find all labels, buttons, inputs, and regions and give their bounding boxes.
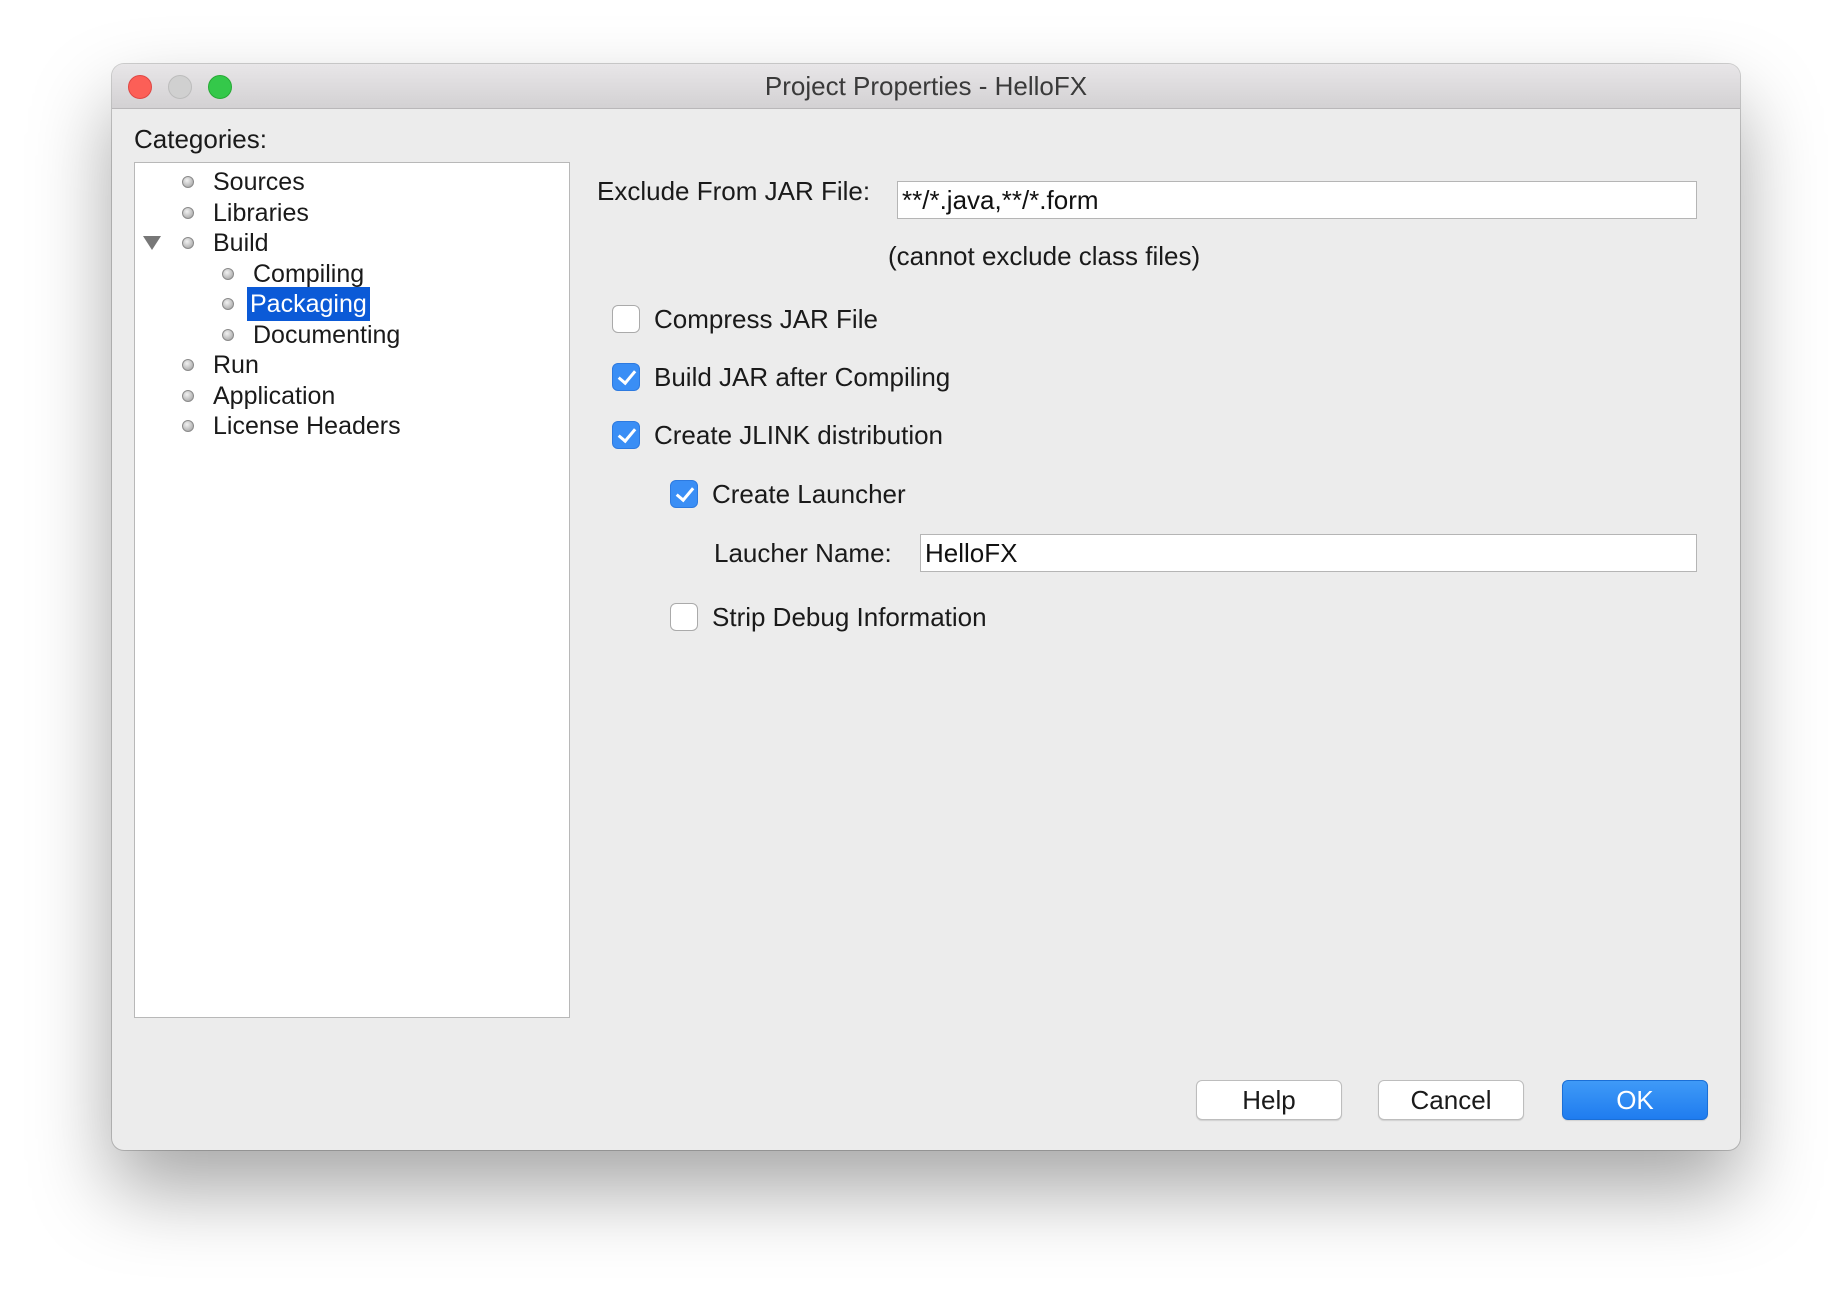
tree-item-license-headers[interactable]: License Headers — [135, 409, 565, 443]
expand-triangle-icon[interactable] — [143, 236, 161, 250]
tree-item-label: Sources — [213, 168, 305, 196]
tree-item-label: Compiling — [253, 260, 365, 288]
tree-item-label: Build — [213, 229, 269, 257]
tree-item-label: Run — [213, 351, 259, 379]
tree-item-label: Packaging — [247, 287, 370, 321]
tree-item-application[interactable]: Application — [135, 379, 565, 413]
categories-label: Categories: — [134, 124, 267, 154]
build-jar-checkbox[interactable] — [612, 363, 640, 391]
node-bullet-icon — [182, 207, 194, 219]
ok-button[interactable]: OK — [1562, 1080, 1708, 1120]
tree-item-label: License Headers — [213, 412, 401, 440]
tree-item-packaging[interactable]: Packaging — [135, 287, 565, 321]
node-bullet-icon — [222, 298, 234, 310]
create-jlink-checkbox[interactable] — [612, 421, 640, 449]
tree-item-build[interactable]: Build — [135, 226, 565, 260]
node-bullet-icon — [182, 359, 194, 371]
node-bullet-icon — [182, 176, 194, 188]
tree-item-label: Application — [213, 382, 336, 410]
tree-item-sources[interactable]: Sources — [135, 165, 565, 199]
node-bullet-icon — [182, 420, 194, 432]
window-title: Project Properties - HelloFX — [764, 71, 1088, 101]
tree-item-libraries[interactable]: Libraries — [135, 196, 565, 230]
cancel-button[interactable]: Cancel — [1378, 1080, 1524, 1120]
help-button[interactable]: Help — [1196, 1080, 1342, 1120]
create-launcher-checkbox[interactable] — [670, 480, 698, 508]
categories-tree[interactable]: Sources Libraries Build Compiling Packag… — [134, 162, 570, 1018]
tree-item-compiling[interactable]: Compiling — [135, 257, 565, 291]
compress-jar-label: Compress JAR File — [654, 304, 878, 334]
tree-item-label: Documenting — [253, 321, 401, 349]
project-properties-dialog: Project Properties - HelloFX Categories:… — [112, 64, 1740, 1150]
title-bar: Project Properties - HelloFX — [112, 64, 1740, 109]
strip-debug-checkbox[interactable] — [670, 603, 698, 631]
node-bullet-icon — [182, 237, 194, 249]
launcher-name-label: Laucher Name: — [714, 538, 892, 568]
exclude-from-jar-input[interactable] — [897, 181, 1697, 219]
compress-jar-checkbox[interactable] — [612, 305, 640, 333]
tree-item-documenting[interactable]: Documenting — [135, 318, 565, 352]
create-launcher-label: Create Launcher — [712, 479, 906, 509]
tree-item-run[interactable]: Run — [135, 348, 565, 382]
build-jar-label: Build JAR after Compiling — [654, 362, 951, 392]
node-bullet-icon — [222, 268, 234, 280]
tree-item-label: Libraries — [213, 199, 309, 227]
node-bullet-icon — [182, 390, 194, 402]
exclude-from-jar-label: Exclude From JAR File: — [597, 176, 871, 206]
create-jlink-label: Create JLINK distribution — [654, 420, 944, 450]
strip-debug-label: Strip Debug Information — [712, 602, 987, 632]
exclude-hint-text: (cannot exclude class files) — [888, 241, 1201, 271]
launcher-name-input[interactable] — [920, 534, 1697, 572]
node-bullet-icon — [222, 329, 234, 341]
